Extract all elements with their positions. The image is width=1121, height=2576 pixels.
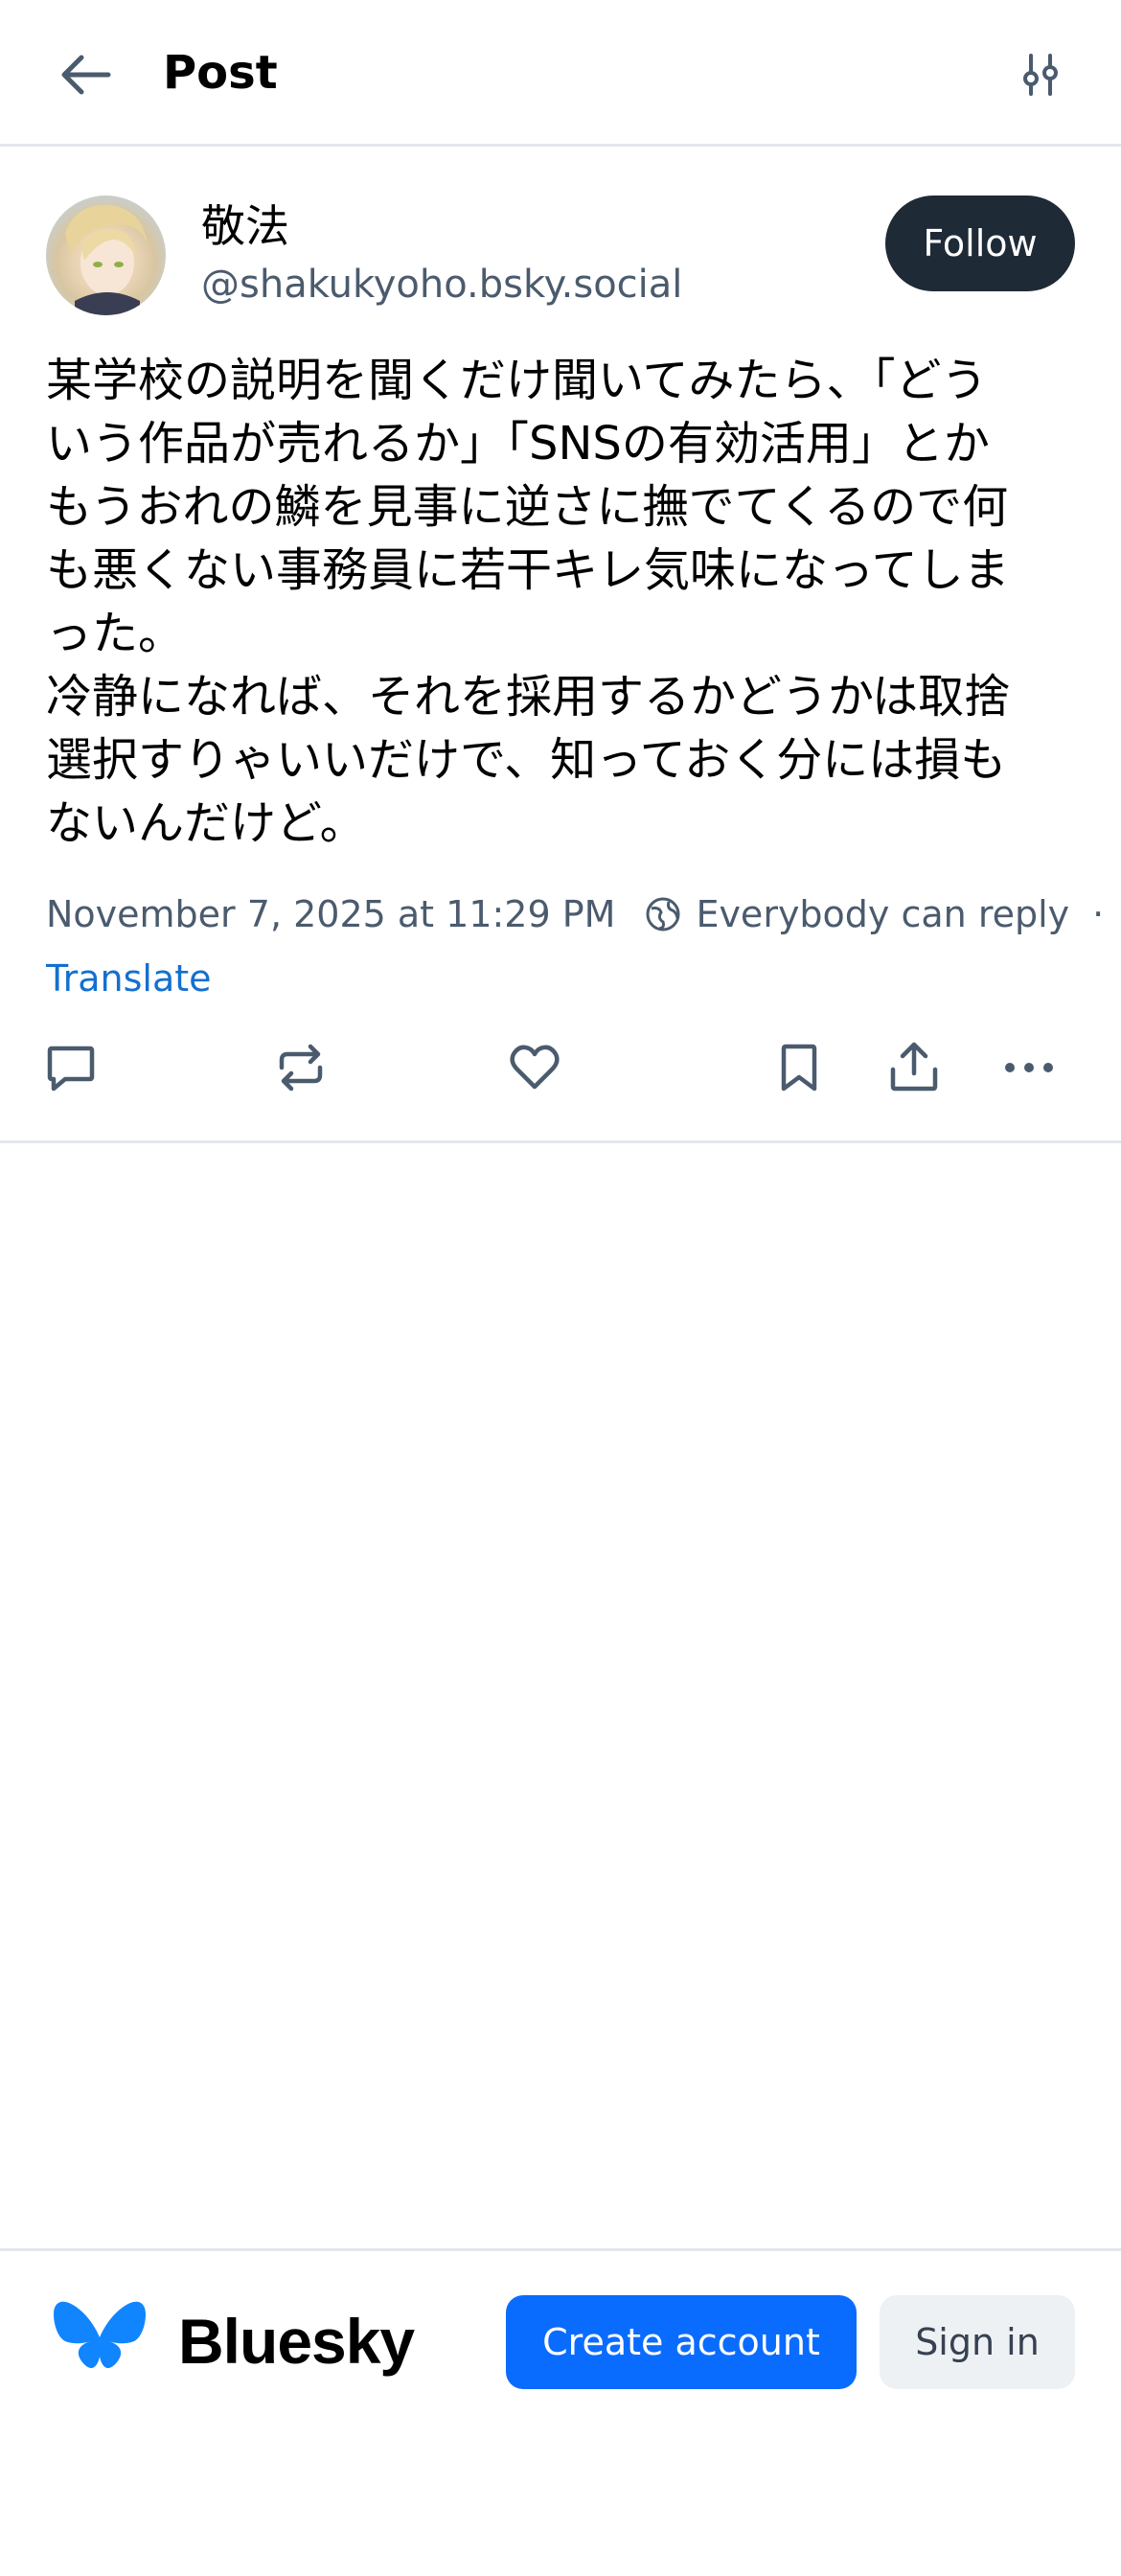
post-actions <box>0 1024 1121 1112</box>
author-handle[interactable]: @shakukyoho.bsky.social <box>201 259 682 310</box>
reply-setting[interactable]: Everybody can reply <box>696 893 1069 935</box>
create-account-button[interactable]: Create account <box>506 2295 857 2389</box>
globe-icon <box>644 895 682 933</box>
repost-icon <box>279 1044 323 1092</box>
repost-button[interactable] <box>270 1037 332 1098</box>
post-meta: November 7, 2025 at 11:29 PM Everybody c… <box>46 886 1104 943</box>
brand-name: Bluesky <box>178 2306 415 2377</box>
avatar-image <box>65 204 148 315</box>
more-options-button[interactable] <box>998 1037 1060 1098</box>
post-divider <box>0 1140 1121 1143</box>
top-bar: Post <box>0 0 1121 147</box>
translate-link[interactable]: Translate <box>46 953 212 1004</box>
reply-icon <box>47 1046 95 1092</box>
post-page: Post 敬法 @shakukyoho.bsky.social Follow 某… <box>0 0 1121 2576</box>
butterfly-icon <box>54 2301 146 2369</box>
thread-settings-button[interactable] <box>1002 34 1079 115</box>
arrow-left-icon <box>61 55 111 95</box>
sliders-icon <box>1023 54 1058 96</box>
sign-in-button[interactable]: Sign in <box>880 2295 1075 2389</box>
share-button[interactable] <box>883 1037 945 1098</box>
heart-icon <box>510 1045 560 1090</box>
post-text: 某学校の説明を聞くだけ聞いてみたら、「どう いう作品が売れるか」「SNSの有効活… <box>46 354 1011 850</box>
bluesky-logo: Bluesky <box>52 2299 415 2383</box>
bookmark-icon <box>781 1044 817 1092</box>
follow-button[interactable]: Follow <box>885 196 1075 291</box>
more-icon <box>1005 1063 1053 1072</box>
reply-button[interactable] <box>40 1037 102 1098</box>
bookmark-button[interactable] <box>768 1037 830 1098</box>
page-title: Post <box>163 46 278 100</box>
share-icon <box>890 1042 938 1092</box>
avatar[interactable] <box>46 196 166 315</box>
signup-footer: Bluesky Create account Sign in <box>0 2248 1121 2576</box>
post-timestamp[interactable]: November 7, 2025 at 11:29 PM <box>46 893 615 935</box>
author-display-name[interactable]: 敬法 <box>201 197 289 255</box>
post-author: 敬法 @shakukyoho.bsky.social Follow <box>46 196 1075 315</box>
meta-separator: · <box>1092 893 1105 935</box>
like-button[interactable] <box>504 1037 565 1098</box>
back-button[interactable] <box>42 34 128 115</box>
